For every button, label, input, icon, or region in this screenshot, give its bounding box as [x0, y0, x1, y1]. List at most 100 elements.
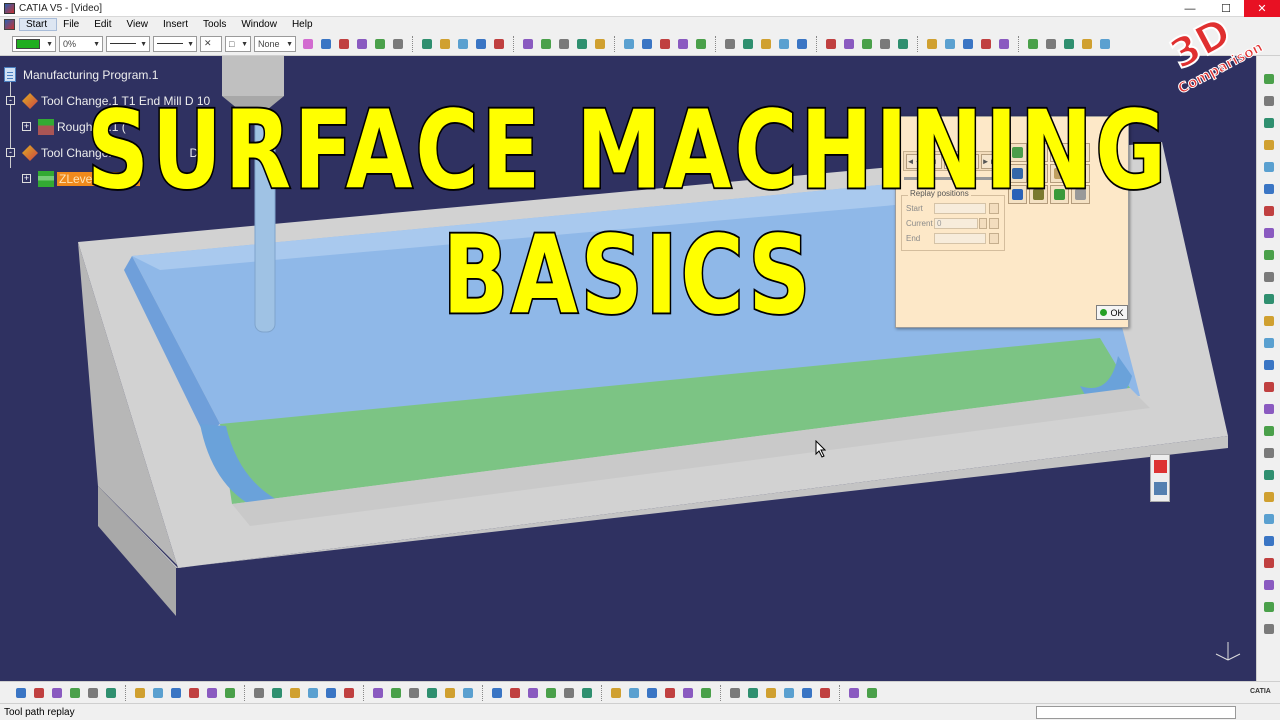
toolbar-command-icon[interactable]: [251, 685, 267, 701]
toolbar-command-icon[interactable]: [1261, 401, 1277, 417]
paint-brush-icon[interactable]: [300, 36, 316, 52]
toolbar-command-icon[interactable]: [592, 36, 608, 52]
toolbar-command-icon[interactable]: [698, 685, 714, 701]
toolbar-command-icon[interactable]: [1261, 335, 1277, 351]
toolbar-command-icon[interactable]: [507, 685, 523, 701]
tree-root[interactable]: Manufacturing Program.1: [4, 67, 158, 82]
menu-edit[interactable]: Edit: [88, 19, 120, 30]
menu-view[interactable]: View: [120, 19, 157, 30]
toolbar-command-icon[interactable]: [341, 685, 357, 701]
toolbar-command-icon[interactable]: [859, 36, 875, 52]
thickness-combo[interactable]: ▼: [153, 35, 197, 52]
menu-window[interactable]: Window: [235, 19, 286, 30]
toolbar-command-icon[interactable]: [758, 36, 774, 52]
toolbar-command-icon[interactable]: [204, 685, 220, 701]
toolbar-command-icon[interactable]: [1261, 159, 1277, 175]
toolbar-command-icon[interactable]: [543, 685, 559, 701]
toolbar-command-icon[interactable]: [538, 36, 554, 52]
toolbar-command-icon[interactable]: [924, 36, 940, 52]
toolbar-command-icon[interactable]: [680, 685, 696, 701]
toolbar-command-icon[interactable]: [489, 685, 505, 701]
toolbar-command-icon[interactable]: [520, 36, 536, 52]
toolbar-command-icon[interactable]: [781, 685, 797, 701]
toolbar-command-icon[interactable]: [727, 685, 743, 701]
document-icon[interactable]: [4, 19, 15, 30]
toolbar-command-icon[interactable]: [895, 36, 911, 52]
toolbar-command-icon[interactable]: [574, 36, 590, 52]
toolbar-command-icon[interactable]: [794, 36, 810, 52]
toolbar-command-icon[interactable]: [222, 685, 238, 701]
color-combo[interactable]: ▼: [12, 35, 56, 52]
toolbar-command-icon[interactable]: [406, 685, 422, 701]
command-input[interactable]: [1036, 706, 1236, 719]
toolbar-command-icon[interactable]: [354, 36, 370, 52]
toolbar-command-icon[interactable]: [639, 36, 655, 52]
toolbar-command-icon[interactable]: [419, 36, 435, 52]
toolbar-command-icon[interactable]: [960, 36, 976, 52]
toolbar-command-icon[interactable]: [1261, 313, 1277, 329]
toolbar-command-icon[interactable]: [103, 685, 119, 701]
toolbar-command-icon[interactable]: [1025, 36, 1041, 52]
toolbar-command-icon[interactable]: [1043, 36, 1059, 52]
toolbar-command-icon[interactable]: [1079, 36, 1095, 52]
toolbar-command-icon[interactable]: [1261, 599, 1277, 615]
toolbar-command-icon[interactable]: [561, 685, 577, 701]
toolbar-command-icon[interactable]: [491, 36, 507, 52]
toolbar-command-icon[interactable]: [13, 685, 29, 701]
toolbar-command-icon[interactable]: [996, 36, 1012, 52]
toolbar-command-icon[interactable]: [644, 685, 660, 701]
tool-path-icon[interactable]: [1154, 482, 1167, 495]
toolbar-command-icon[interactable]: [1261, 291, 1277, 307]
toolbar-command-icon[interactable]: [473, 36, 489, 52]
exit-icon[interactable]: [1154, 460, 1167, 473]
toolbar-command-icon[interactable]: [305, 685, 321, 701]
toolbar-command-icon[interactable]: [49, 685, 65, 701]
toolbar-command-icon[interactable]: [1261, 181, 1277, 197]
toolbar-command-icon[interactable]: [1261, 379, 1277, 395]
toolbar-command-icon[interactable]: [1261, 203, 1277, 219]
toolbar-command-icon[interactable]: [1261, 489, 1277, 505]
toolbar-command-icon[interactable]: [740, 36, 756, 52]
toolbar-command-icon[interactable]: [132, 685, 148, 701]
toolbar-command-icon[interactable]: [1261, 357, 1277, 373]
toolbar-command-icon[interactable]: [150, 685, 166, 701]
toolbar-command-icon[interactable]: [1261, 423, 1277, 439]
toolbar-command-icon[interactable]: [657, 36, 673, 52]
toolbar-command-icon[interactable]: [846, 685, 862, 701]
toolbar-command-icon[interactable]: [85, 685, 101, 701]
toolbar-command-icon[interactable]: [942, 36, 958, 52]
toolbar-command-icon[interactable]: [978, 36, 994, 52]
toolbar-command-icon[interactable]: [388, 685, 404, 701]
toolbar-command-icon[interactable]: [1061, 36, 1077, 52]
toolbar-command-icon[interactable]: [1261, 621, 1277, 637]
menu-tools[interactable]: Tools: [197, 19, 235, 30]
toolbar-command-icon[interactable]: [1261, 115, 1277, 131]
toolbar-command-icon[interactable]: [437, 36, 453, 52]
toolbar-command-icon[interactable]: [693, 36, 709, 52]
toolbar-command-icon[interactable]: [31, 685, 47, 701]
toolbar-command-icon[interactable]: [323, 685, 339, 701]
toolbar-command-icon[interactable]: [318, 36, 334, 52]
toolbar-command-icon[interactable]: [1097, 36, 1113, 52]
toolbar-command-icon[interactable]: [390, 36, 406, 52]
toolbar-command-icon[interactable]: [424, 685, 440, 701]
toolbar-command-icon[interactable]: [579, 685, 595, 701]
toolbar-command-icon[interactable]: [1261, 577, 1277, 593]
toolbar-command-icon[interactable]: [1261, 467, 1277, 483]
layer-combo[interactable]: None ▼: [254, 35, 296, 52]
toolbar-command-icon[interactable]: [168, 685, 184, 701]
toolbar-command-icon[interactable]: [525, 685, 541, 701]
toolbar-command-icon[interactable]: [1261, 511, 1277, 527]
transparency-combo[interactable]: 0% ▼: [59, 35, 103, 52]
toolbar-command-icon[interactable]: [336, 36, 352, 52]
toolbar-command-icon[interactable]: [608, 685, 624, 701]
toolbar-command-icon[interactable]: [763, 685, 779, 701]
toolbar-command-icon[interactable]: [455, 36, 471, 52]
toolbar-command-icon[interactable]: [799, 685, 815, 701]
menu-help[interactable]: Help: [286, 19, 322, 30]
layer-icon-combo[interactable]: □ ▼: [225, 35, 251, 52]
point-style-combo[interactable]: ✕: [200, 35, 222, 52]
toolbar-command-icon[interactable]: [1261, 71, 1277, 87]
menu-insert[interactable]: Insert: [157, 19, 197, 30]
toolbar-command-icon[interactable]: [817, 685, 833, 701]
